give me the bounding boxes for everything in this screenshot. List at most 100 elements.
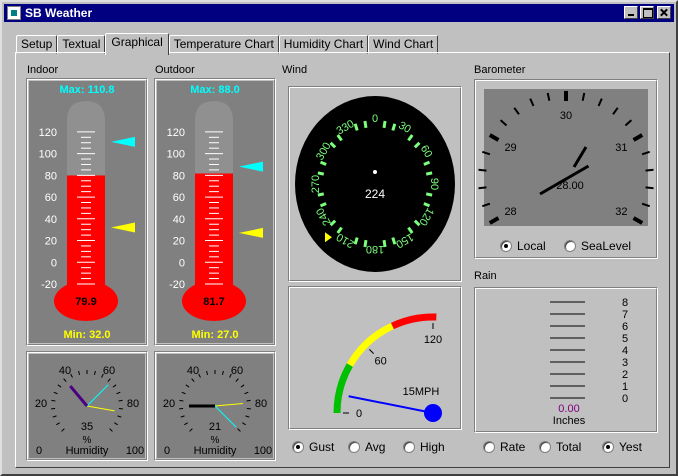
barometer-option-local[interactable]: Local xyxy=(500,239,546,253)
speed-tick-label: 0 xyxy=(356,408,362,420)
outdoor-hum-tick-label: 100 xyxy=(254,445,272,457)
maximize-icon[interactable] xyxy=(640,6,654,19)
rain-scale-label: 4 xyxy=(622,345,628,357)
main-window: SB Weather Setup Textual Graphical Tempe… xyxy=(0,0,678,476)
avg-radio[interactable] xyxy=(348,441,360,453)
baro-tick-label: 32 xyxy=(615,206,627,218)
outdoor-tick-label: 20 xyxy=(173,236,185,248)
indoor-hum-tick xyxy=(51,399,56,402)
total-radio-label: Total xyxy=(556,440,582,454)
local-radio[interactable] xyxy=(500,240,512,252)
outdoor-min-text: Min: 27.0 xyxy=(191,329,238,341)
indoor-thermometer-frame: Max: 110.8 Min: 32.0 79.9 120 100 80 60 40 20 0 -2… xyxy=(26,78,148,346)
minimize-icon[interactable] xyxy=(624,6,638,19)
outdoor-thermometer-frame: Max: 88.0 Min: 27.0 81.7 120 100 80 60 40 20 0 -20 xyxy=(154,78,276,346)
wind-direction-value: 224 xyxy=(365,187,385,201)
outdoor-hum-value: 21 xyxy=(209,421,221,433)
outdoor-thermometer: Max: 88.0 Min: 27.0 81.7 120 100 80 60 40 20 0 -20 xyxy=(157,81,273,343)
indoor-hum-caption: Humidity xyxy=(66,445,109,457)
gust-radio[interactable] xyxy=(292,441,304,453)
barometer-gauge: 282930313228.00 xyxy=(478,89,654,226)
rain-option-rate[interactable]: Rate xyxy=(483,440,525,454)
rain-scale-label: 7 xyxy=(622,309,628,321)
indoor-tick-label: 0 xyxy=(51,257,57,269)
wind-option-avg[interactable]: Avg xyxy=(348,440,385,454)
rain-scale-label: 6 xyxy=(622,321,628,333)
barometer-option-sealevel[interactable]: SeaLevel xyxy=(564,239,631,253)
rain-scale-label: 2 xyxy=(622,369,628,381)
tab-strip: Setup Textual Graphical Temperature Char… xyxy=(16,33,439,55)
outdoor-tick-label: 40 xyxy=(173,214,185,226)
compass-label: 90 xyxy=(428,178,440,190)
indoor-max-text: Max: 110.8 xyxy=(59,84,114,96)
wind-speed-readout: 15MPH xyxy=(403,386,440,398)
compass-tick xyxy=(363,239,368,248)
outdoor-hum-tick-label: 20 xyxy=(163,398,175,410)
speed-tick-label: 60 xyxy=(375,356,387,368)
rain-option-total[interactable]: Total xyxy=(539,440,581,454)
compass-tick xyxy=(382,239,387,248)
barometer-frame: 28 29 30 31 32 28.00 xyxy=(474,79,658,259)
baro-tick xyxy=(645,186,654,190)
indoor-hum-value: 35 xyxy=(81,421,93,433)
baro-tick-label: 28 xyxy=(504,206,516,218)
compass-tick xyxy=(425,192,433,197)
indoor-humidity-gauge: 02040 608010035%Humidity xyxy=(29,354,145,458)
title-bar[interactable]: SB Weather xyxy=(4,4,674,22)
outdoor-humidity-frame: 0 20 40 60 80 100 21% Humidity xyxy=(154,351,276,461)
compass-tick xyxy=(391,123,397,131)
outdoor-humidity-gauge: 02040 608010021%Humidity xyxy=(157,354,273,458)
total-radio[interactable] xyxy=(539,441,551,453)
compass-label: 0 xyxy=(372,113,378,125)
yest-radio[interactable] xyxy=(602,441,614,453)
indoor-tick-label: 40 xyxy=(45,214,57,226)
wind-label: Wind xyxy=(282,64,308,76)
outdoor-tick-label: 100 xyxy=(167,149,185,161)
wind-compass: 0306090120150180210240270300330224 xyxy=(291,89,459,279)
indoor-hum-tick xyxy=(118,399,123,402)
baro-tick-label: 30 xyxy=(560,110,572,122)
indoor-tick-label: 60 xyxy=(45,192,57,204)
compass-tick xyxy=(363,120,368,129)
close-icon[interactable] xyxy=(657,6,671,19)
indoor-humidity-frame: 0 20 40 60 80 100 35% Humidity xyxy=(26,351,148,461)
outdoor-tick-label: 0 xyxy=(179,257,185,269)
indoor-tick-label: 120 xyxy=(39,127,57,139)
compass-center xyxy=(373,170,377,174)
rain-value: 0.00 xyxy=(558,403,579,415)
indoor-hum-tick-label: 60 xyxy=(103,365,115,377)
tab-graphical[interactable]: Graphical xyxy=(105,33,169,55)
avg-radio-label: Avg xyxy=(365,440,386,454)
baro-tick-label: 31 xyxy=(615,142,627,154)
indoor-label: Indoor xyxy=(27,64,59,76)
indoor-tick-label: 100 xyxy=(39,149,57,161)
window-title: SB Weather xyxy=(25,6,93,20)
outdoor-tick-label: 80 xyxy=(173,170,185,182)
app-icon[interactable] xyxy=(7,6,21,20)
rain-scale-label: 5 xyxy=(622,333,628,345)
local-radio-label: Local xyxy=(517,239,546,253)
rain-scale-label: 3 xyxy=(622,357,628,369)
rate-radio[interactable] xyxy=(483,441,495,453)
indoor-mercury xyxy=(67,175,105,298)
indoor-hum-tick-label: 80 xyxy=(127,398,139,410)
outdoor-hum-tick xyxy=(179,399,184,402)
rain-option-yest[interactable]: Yest xyxy=(602,440,642,454)
baro-tick-label: 29 xyxy=(504,142,516,154)
high-radio[interactable] xyxy=(403,441,415,453)
wind-speed-gauge: 0 60 120 15MPH xyxy=(291,289,459,427)
speed-tick-label: 120 xyxy=(424,334,442,346)
outdoor-hum-tick-label: 80 xyxy=(255,398,267,410)
yest-radio-label: Yest xyxy=(619,440,642,454)
wind-option-high[interactable]: High xyxy=(403,440,445,454)
baro-tick xyxy=(645,168,654,172)
indoor-thermometer: Max: 110.8 Min: 32.0 79.9 120 100 80 60 40 20 0 -2… xyxy=(29,81,145,343)
compass-tick xyxy=(353,237,359,245)
outdoor-mercury xyxy=(195,173,233,298)
sealevel-radio[interactable] xyxy=(564,240,576,252)
outdoor-hum-tick xyxy=(246,399,251,402)
wind-option-gust[interactable]: Gust xyxy=(292,440,334,454)
compass-tick xyxy=(317,192,325,197)
outdoor-tick-label: 60 xyxy=(173,192,185,204)
indoor-tick-label: 80 xyxy=(45,170,57,182)
